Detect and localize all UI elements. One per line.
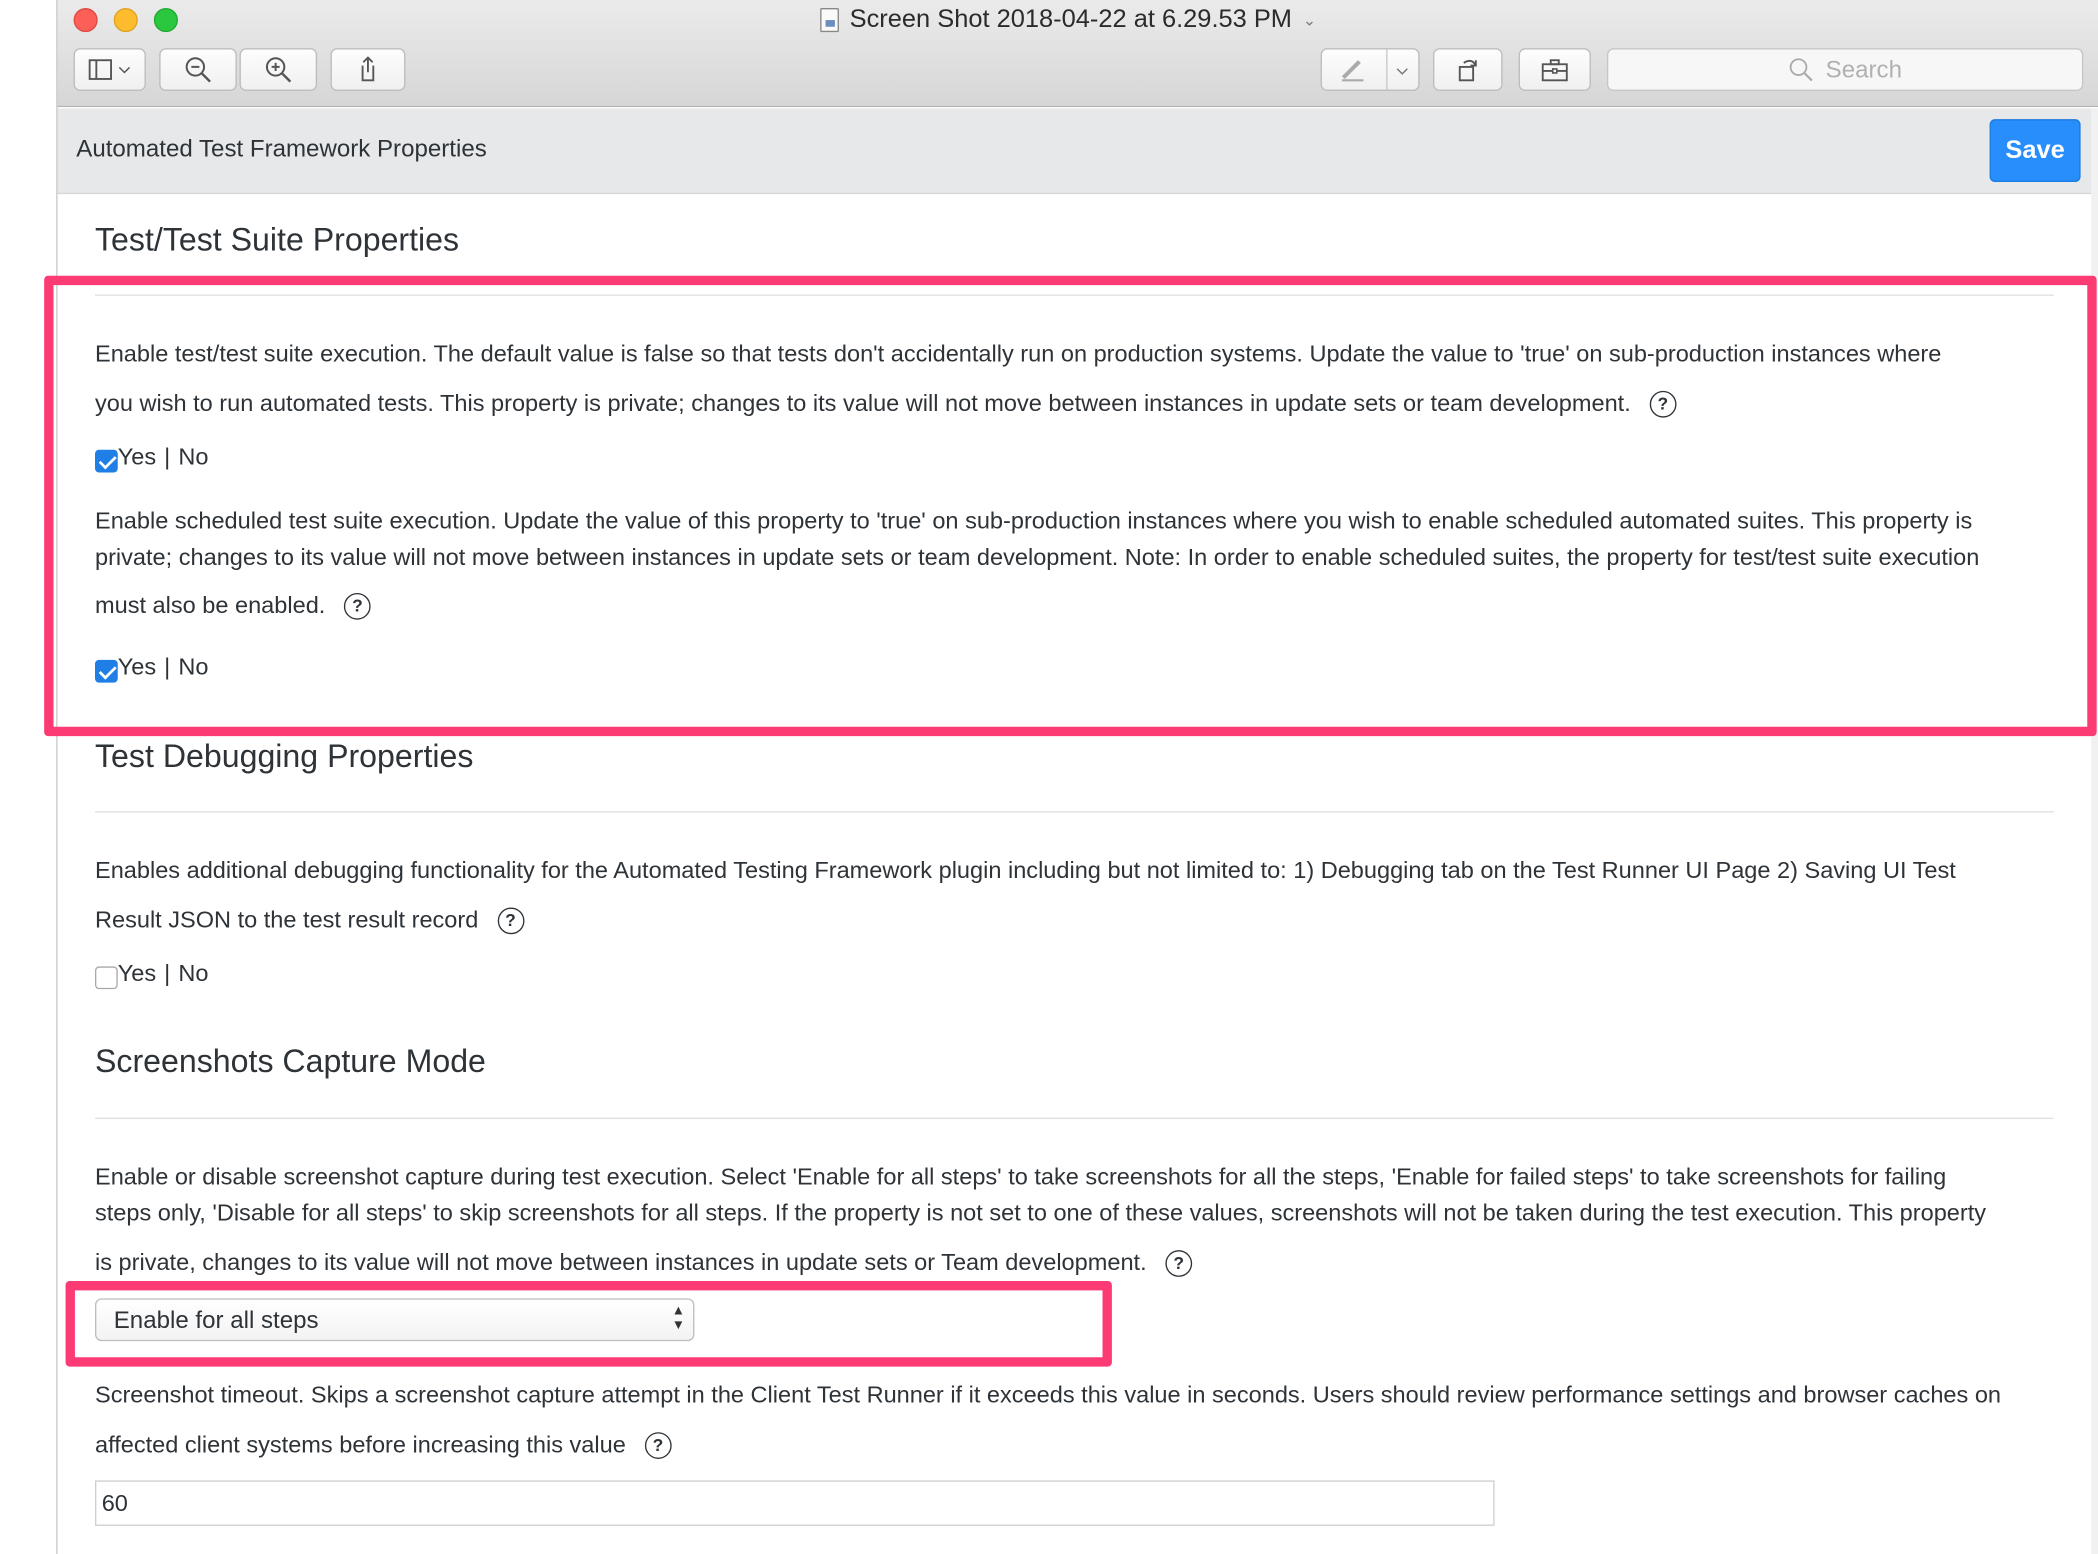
zoom-in-button[interactable]: [239, 48, 318, 92]
document-icon: [820, 8, 839, 33]
toolbox-icon: [1541, 59, 1568, 82]
search-field[interactable]: Search: [1606, 48, 2084, 92]
section-title-screenshots: Screenshots Capture Mode: [94, 1044, 486, 1081]
search-placeholder: Search: [1825, 55, 1902, 83]
chevron-down-icon: [1396, 68, 1408, 75]
zoom-out-button[interactable]: [159, 48, 237, 92]
sidebar-button[interactable]: [73, 48, 146, 92]
title-bar: Screen Shot 2018-04-22 at 6.29.53 PM ⌄ S…: [57, 0, 2098, 108]
description-text: affected client systems before increasin…: [94, 1430, 626, 1458]
sidebar-icon: [88, 59, 112, 80]
section-title-test-suite: Test/Test Suite Properties: [94, 222, 460, 259]
window-title-text: Screen Shot 2018-04-22 at 6.29.53 PM: [849, 5, 1292, 34]
zoom-in-icon: [265, 57, 292, 83]
highlight-box: [44, 275, 2097, 737]
property-description: Screenshot timeout. Skips a screenshot c…: [95, 1371, 2062, 1470]
minimize-window-button[interactable]: [113, 8, 138, 33]
description-line: affected client systems before increasin…: [95, 1420, 2062, 1470]
separator: |: [164, 959, 171, 987]
checkbox-debugging[interactable]: [94, 966, 118, 990]
help-icon[interactable]: ?: [1165, 1250, 1193, 1278]
screenshot-timeout-input[interactable]: 60: [94, 1480, 1495, 1526]
highlight-box: [65, 1280, 1112, 1367]
description-line: steps only, 'Disable for all steps' to s…: [94, 1199, 1987, 1227]
property-description: Enable or disable screenshot capture dur…: [95, 1159, 2062, 1294]
description-line: Enable or disable screenshot capture dur…: [94, 1163, 1947, 1190]
divider: [94, 811, 2054, 813]
search-icon: [1790, 58, 1814, 82]
markup-button[interactable]: [1320, 48, 1420, 92]
zoom-out-icon: [185, 57, 211, 83]
rotate-button[interactable]: [1432, 48, 1503, 92]
yes-no-toggle-debugging: Yes | No: [94, 958, 208, 990]
toolbox-button[interactable]: [1518, 48, 1591, 92]
help-icon[interactable]: ?: [644, 1432, 672, 1460]
preview-window: Screen Shot 2018-04-22 at 6.29.53 PM ⌄ S…: [44, 0, 2098, 1554]
share-icon: [361, 56, 375, 82]
chevron-down-icon: ⌄: [1302, 10, 1317, 30]
help-icon[interactable]: ?: [497, 907, 524, 935]
description-line: Enables additional debugging functionali…: [94, 856, 1956, 884]
zoom-window-button[interactable]: [153, 8, 178, 33]
save-button[interactable]: Save: [1989, 119, 2081, 183]
close-window-button[interactable]: [73, 8, 98, 33]
rotate-icon: [1458, 59, 1477, 82]
page-title: Automated Test Framework Properties: [76, 135, 487, 162]
description-line: Result JSON to the test result record?: [95, 895, 2062, 945]
description-line: Screenshot timeout. Skips a screenshot c…: [94, 1381, 2002, 1409]
chevron-down-icon: [118, 66, 131, 74]
yes-label[interactable]: Yes: [118, 960, 156, 988]
markup-pen-icon: [1341, 60, 1364, 82]
window-title[interactable]: Screen Shot 2018-04-22 at 6.29.53 PM ⌄: [820, 5, 1316, 34]
section-title-debugging: Test Debugging Properties: [94, 738, 474, 775]
property-description: Enables additional debugging functionali…: [95, 846, 2062, 945]
share-button[interactable]: [330, 48, 406, 92]
no-label[interactable]: No: [178, 960, 208, 988]
description-text: is private, changes to its value will no…: [94, 1248, 1147, 1276]
divider: [94, 1117, 2054, 1119]
description-text: Result JSON to the test result record: [94, 906, 479, 933]
form-header: Automated Test Framework Properties Save: [57, 108, 2092, 195]
